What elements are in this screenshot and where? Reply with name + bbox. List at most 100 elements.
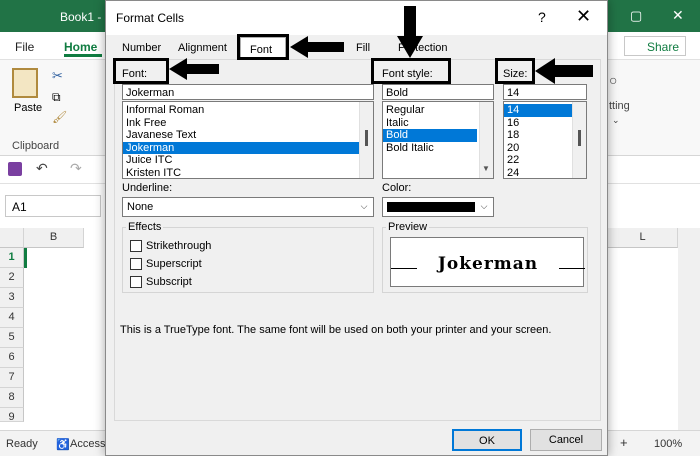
list-item[interactable]: Ink Free [123,117,373,130]
strikethrough-checkbox[interactable] [130,240,142,252]
list-item-selected[interactable]: 14 [504,104,572,117]
scroll-thumb[interactable] [365,130,368,146]
list-item[interactable]: Regular [383,104,493,117]
effects-label: Effects [126,221,164,233]
size-input[interactable]: 14 [503,84,587,100]
row-header[interactable]: 6 [0,348,24,368]
baseline-right [559,268,585,269]
font-list[interactable]: Informal Roman Ink Free Javanese Text Jo… [122,101,374,179]
scroll-down-icon[interactable]: ▼ [482,164,490,173]
superscript-label[interactable]: Superscript [146,258,202,270]
tab-home[interactable]: Home [64,40,97,54]
preview-text: Jokerman [437,254,539,274]
tab-alignment[interactable]: Alignment [172,39,233,59]
arrow-left-icon [169,58,219,80]
chevron-down-icon[interactable]: ⌄ [612,115,620,126]
subscript-label[interactable]: Subscript [146,276,192,288]
size-list-scrollbar[interactable] [572,102,586,178]
ok-button[interactable]: OK [452,429,522,451]
row-header[interactable]: 2 [0,268,24,288]
underline-select[interactable]: None ⌵ [122,197,374,217]
close-window-icon[interactable]: ✕ [672,7,684,24]
formatting-label[interactable]: tting [609,100,630,112]
row-header[interactable]: 8 [0,388,24,408]
row-header[interactable]: 3 [0,288,24,308]
color-swatch [387,202,475,212]
font-style-list[interactable]: Regular Italic Bold Bold Italic ▼ [382,101,494,179]
zoom-level[interactable]: 100% [654,438,682,450]
status-ready: Ready [6,438,38,450]
redo-icon[interactable]: ↷ [70,160,82,177]
column-header-b[interactable]: B [24,228,84,248]
list-item-selected[interactable]: Jokerman [123,141,359,154]
style-list-scrollbar[interactable]: ▼ [479,102,493,178]
circle-icon[interactable]: ○ [609,72,617,88]
row-header[interactable]: 1 [0,248,24,268]
preview-label: Preview [386,221,430,233]
underline-value: None [127,201,154,213]
highlight-box-font-label [113,58,169,84]
superscript-checkbox[interactable] [130,258,142,270]
close-icon[interactable]: ✕ [576,6,591,27]
tab-file[interactable]: File [15,40,34,54]
dialog-title: Format Cells [116,11,185,25]
color-label: Color: [382,182,412,194]
arrow-left-icon [290,36,344,58]
truetype-note: This is a TrueType font. The same font w… [120,324,552,336]
select-all-corner[interactable] [0,228,24,248]
highlight-box-font-tab [237,34,289,60]
list-item[interactable]: Informal Roman [123,104,373,117]
cancel-button[interactable]: Cancel [530,429,602,451]
chevron-down-icon[interactable]: ⌵ [357,201,371,212]
format-painter-icon[interactable]: 🖌 [52,110,67,124]
row-header[interactable]: 9 [0,408,24,423]
preview-box: Jokerman [390,237,585,287]
row-header[interactable]: 7 [0,368,24,388]
zoom-in-icon[interactable]: + [620,435,628,450]
baseline-left [391,268,417,269]
highlight-box-size [495,58,535,84]
active-cell-indicator [24,248,27,268]
vertical-scrollbar[interactable] [678,228,700,430]
share-button[interactable]: Share [624,36,686,56]
restore-icon[interactable]: ▢ [630,8,642,24]
scroll-thumb[interactable] [578,130,581,146]
subscript-checkbox[interactable] [130,276,142,288]
list-item[interactable]: Kristen ITC [123,167,373,179]
undo-icon[interactable]: ↶ [36,160,48,177]
status-accessibility[interactable]: Accessi [70,438,108,450]
color-select[interactable]: ⌵ [382,197,494,217]
list-item[interactable]: Italic [383,117,493,130]
size-list[interactable]: 14 16 18 20 22 24 [503,101,587,179]
copy-icon[interactable]: ⧉ [52,90,61,105]
list-item[interactable]: Javanese Text [123,129,373,142]
list-item[interactable]: Juice ITC [123,154,373,167]
tab-number[interactable]: Number [116,39,167,59]
tab-fill[interactable]: Fill [350,39,376,59]
save-icon[interactable] [8,162,22,176]
accessibility-icon[interactable]: ♿ [56,438,70,451]
font-list-scrollbar[interactable] [359,102,373,178]
workbook-title: Book1 - [60,10,102,24]
underline-label: Underline: [122,182,173,194]
arrow-down-icon [397,6,423,58]
column-header-l[interactable]: L [608,228,678,248]
font-style-input[interactable]: Bold [382,84,494,100]
row-header[interactable]: 4 [0,308,24,328]
paste-icon[interactable] [12,68,38,98]
row-header[interactable]: 5 [0,328,24,348]
name-box[interactable]: A1 [5,195,101,217]
cut-icon[interactable]: ✂ [52,68,63,84]
chevron-down-icon[interactable]: ⌵ [477,201,491,212]
font-input[interactable]: Jokerman [122,84,374,100]
list-item-selected[interactable]: Bold [383,129,477,142]
dialog-title-bar: Format Cells ? ✕ [106,1,607,35]
strikethrough-label[interactable]: Strikethrough [146,240,211,252]
paste-label[interactable]: Paste [14,102,42,114]
tab-home-underline [64,54,102,57]
list-item[interactable]: Bold Italic [383,142,493,155]
help-icon[interactable]: ? [538,9,546,25]
arrow-left-icon [535,58,593,84]
highlight-box-font-style [371,58,451,84]
clipboard-group-label: Clipboard [12,140,60,152]
